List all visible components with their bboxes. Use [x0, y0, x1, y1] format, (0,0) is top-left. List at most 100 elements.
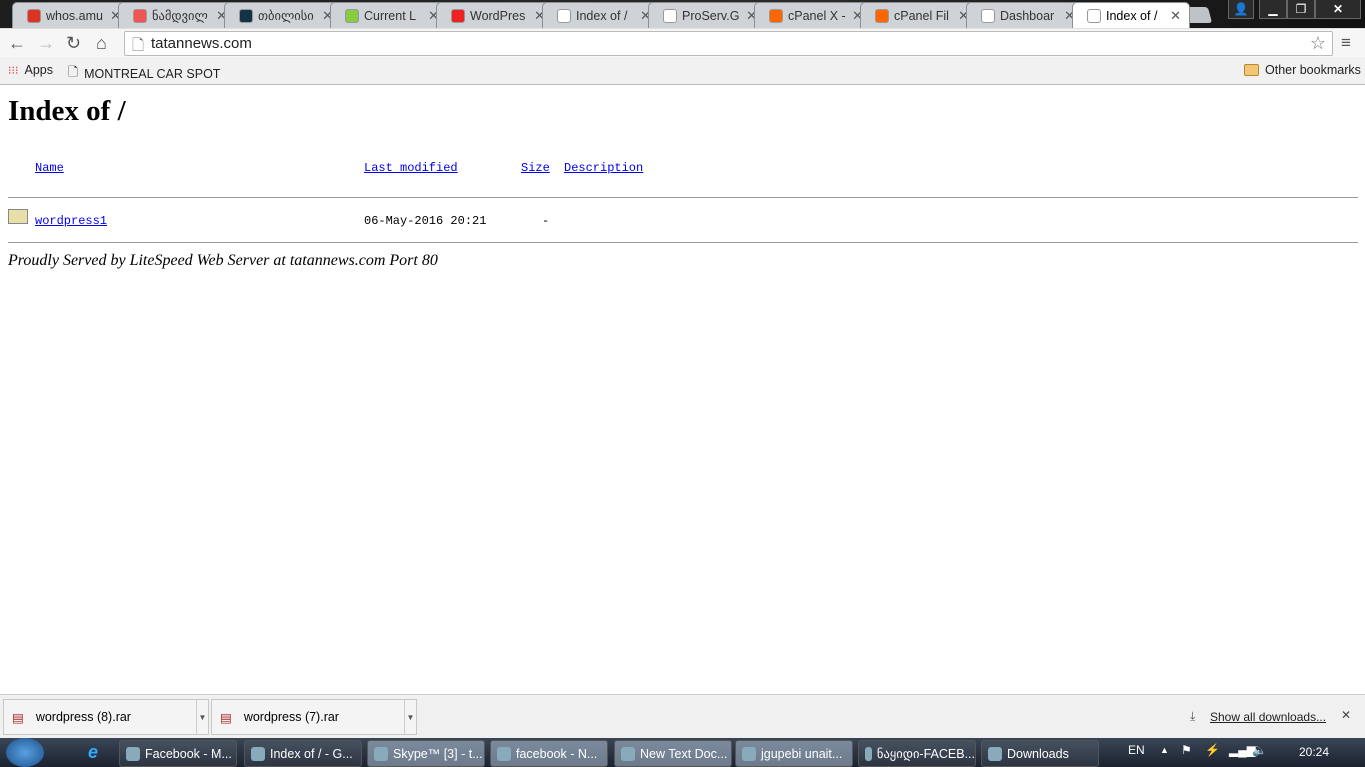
download-item[interactable]: ▤ wordpress (8).rar ▼ — [3, 699, 209, 735]
app-icon — [621, 746, 635, 761]
entry-link[interactable]: wordpress1 — [35, 214, 107, 228]
ie-icon[interactable]: e — [88, 742, 98, 763]
tab[interactable]: Current L ✕ — [330, 2, 448, 28]
tab-title: Index of / — [1106, 8, 1158, 23]
taskbar-item-label: Skype™ [3] - t... — [393, 746, 483, 761]
rar-icon: ▤ — [12, 710, 24, 725]
apps-grid-icon: ⁝⁝⁝ — [8, 64, 19, 77]
tab[interactable]: ნამდვილ ✕ — [118, 2, 236, 28]
taskbar-item[interactable]: jgupebi unait... — [735, 740, 853, 767]
taskbar-item[interactable]: Downloads — [981, 740, 1099, 767]
other-bookmarks[interactable]: Other bookmarks — [1244, 63, 1361, 77]
favicon-icon — [875, 8, 889, 23]
favicon-icon — [769, 8, 783, 23]
taskbar-item[interactable]: Skype™ [3] - t... — [367, 740, 485, 767]
address-text: tatannews.com — [151, 35, 252, 52]
taskbar-item-label: Downloads — [1007, 746, 1069, 761]
start-button[interactable] — [6, 738, 44, 767]
language-indicator[interactable]: EN — [1128, 743, 1145, 757]
profile-button[interactable]: 👤 — [1228, 0, 1254, 19]
tab[interactable]: Dashboar ✕ — [966, 2, 1084, 28]
power-icon[interactable]: ⚡ — [1205, 743, 1220, 757]
app-icon — [865, 746, 872, 761]
taskbar-item-label: facebook - N... — [516, 746, 598, 761]
tab[interactable]: ProServ.G ✕ — [648, 2, 766, 28]
download-menu-arrow[interactable]: ▼ — [404, 700, 416, 734]
tab[interactable]: WordPres ✕ — [436, 2, 554, 28]
close-shelf-button[interactable]: ✕ — [1341, 708, 1351, 722]
download-menu-arrow[interactable]: ▼ — [196, 700, 208, 734]
sort-name-link[interactable]: Name — [35, 161, 64, 175]
bookmark-label: Apps — [24, 63, 54, 77]
bookmark-montreal[interactable]: 🗋 MONTREAL CAR SPOT — [68, 63, 220, 84]
app-icon — [988, 746, 1002, 761]
clock[interactable]: 20:24 — [1299, 745, 1329, 759]
restore-button[interactable]: ❐ — [1287, 0, 1315, 19]
download-filename: wordpress (7).rar — [243, 710, 339, 724]
favicon-icon — [239, 8, 253, 23]
sort-modified-link[interactable]: Last modified — [364, 161, 458, 175]
taskbar-item[interactable]: Index of / - G... — [244, 740, 362, 767]
taskbar-item-label: ნაყიდი-FACEB... — [876, 747, 975, 761]
favicon-icon — [27, 8, 41, 23]
tab[interactable]: Index of / ✕ — [542, 2, 660, 28]
home-button[interactable]: ⌂ — [96, 33, 107, 54]
divider — [8, 242, 1358, 243]
download-item[interactable]: ▤ wordpress (7).rar ▼ — [211, 699, 417, 735]
close-window-button[interactable]: ✕ — [1315, 0, 1361, 19]
favicon-icon — [1087, 8, 1101, 23]
bookmark-label: MONTREAL CAR SPOT — [84, 66, 221, 81]
tab-title: ProServ.G — [682, 8, 740, 23]
tab-title: WordPres — [470, 8, 526, 23]
back-button[interactable]: ← — [8, 33, 26, 54]
app-icon — [251, 746, 265, 761]
page-title: Index of / — [8, 95, 126, 127]
bookmarks-bar: ⁝⁝⁝ Apps 🗋 MONTREAL CAR SPOT Other bookmar… — [0, 57, 1365, 85]
app-icon — [742, 746, 756, 761]
favicon-icon — [451, 8, 465, 23]
taskbar-item[interactable]: Facebook - M... — [119, 740, 237, 767]
tab[interactable]: whos.amu ✕ — [12, 2, 130, 28]
folder-icon — [8, 209, 28, 224]
tray-expand-icon[interactable]: ▲ — [1160, 745, 1169, 755]
action-center-flag-icon[interactable]: ⚑ — [1181, 743, 1192, 757]
bookmark-apps[interactable]: ⁝⁝⁝ Apps — [8, 63, 53, 77]
app-icon — [497, 746, 511, 761]
download-shelf: ▤ wordpress (8).rar ▼ ▤ wordpress (7).rar ▼ … — [0, 694, 1365, 738]
volume-icon[interactable]: 🔈 — [1252, 743, 1267, 757]
tab-title: თბილისი — [258, 9, 314, 23]
forward-button[interactable]: → — [37, 33, 55, 54]
taskbar-item[interactable]: ნაყიდი-FACEB... — [858, 740, 976, 767]
show-all-downloads-link[interactable]: Show all downloads... — [1210, 710, 1326, 724]
taskbar-item[interactable]: facebook - N... — [490, 740, 608, 767]
favicon-icon — [981, 8, 995, 23]
rar-icon: ▤ — [220, 710, 232, 725]
menu-button[interactable]: ≡ — [1341, 33, 1351, 53]
tab[interactable]: Index of / ✕ — [1072, 2, 1190, 28]
tab-title: ნამდვილ — [152, 9, 208, 23]
minimize-button[interactable]: ▁ — [1259, 0, 1287, 19]
tab-title: Current L — [364, 8, 417, 23]
taskbar-item[interactable]: New Text Doc... — [614, 740, 732, 767]
sort-size-link[interactable]: Size — [521, 161, 550, 175]
tab-title: cPanel X - — [788, 8, 846, 23]
tab[interactable]: cPanel X - ✕ — [754, 2, 872, 28]
tab-title: Index of / — [576, 8, 628, 23]
reload-button[interactable]: ↻ — [66, 33, 81, 54]
favicon-icon — [133, 8, 147, 23]
taskbar-item-label: New Text Doc... — [640, 746, 728, 761]
address-bar[interactable]: 🗋 tatannews.com ☆ — [124, 31, 1333, 56]
sort-description-link[interactable]: Description — [564, 161, 643, 175]
taskbar: e Facebook - M... Index of / - G... Skype™… — [0, 738, 1365, 767]
tab-title: whos.amu — [46, 8, 103, 23]
tab-title: cPanel Fil — [894, 8, 949, 23]
favicon-icon — [663, 8, 677, 23]
tab[interactable]: cPanel Fil ✕ — [860, 2, 978, 28]
taskbar-item-label: jgupebi unait... — [761, 746, 843, 761]
tab[interactable]: თბილისი ✕ — [224, 2, 342, 28]
app-icon — [374, 746, 388, 761]
bookmark-star-icon[interactable]: ☆ — [1310, 33, 1326, 54]
close-tab-icon[interactable]: ✕ — [1170, 8, 1181, 24]
download-icon: ⤓ — [1190, 709, 1196, 723]
folder-icon — [1244, 64, 1259, 76]
